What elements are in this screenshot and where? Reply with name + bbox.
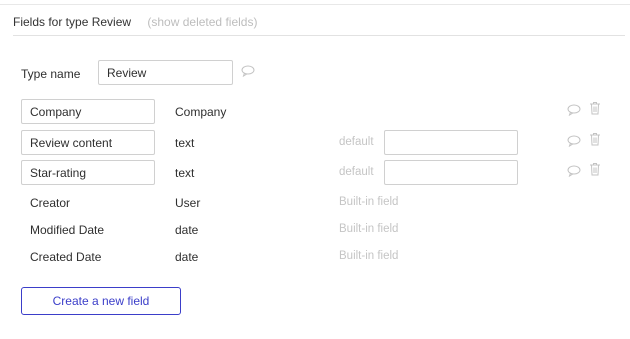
section-title: Fields for type Review	[13, 15, 132, 29]
create-new-field-button[interactable]: Create a new field	[21, 287, 181, 315]
type-name-input[interactable]	[98, 60, 233, 85]
field-name-input-star-rating[interactable]	[21, 160, 155, 185]
default-value-input-star-rating[interactable]	[384, 160, 518, 185]
comment-icon[interactable]	[241, 65, 255, 79]
field-name-input-company[interactable]	[21, 99, 155, 124]
builtin-field-name-created-date: Created Date	[30, 250, 102, 264]
section-header: Fields for type Review (show deleted fie…	[13, 15, 257, 29]
builtin-field-note: Built-in field	[339, 223, 399, 235]
trash-icon[interactable]	[589, 101, 603, 115]
show-deleted-fields-link[interactable]: (show deleted fields)	[147, 15, 257, 29]
builtin-field-name-creator: Creator	[30, 196, 71, 210]
builtin-field-type-modified-date: date	[175, 223, 199, 237]
default-label: default	[339, 136, 374, 148]
type-name-label: Type name	[21, 67, 81, 81]
default-label: default	[339, 166, 374, 178]
builtin-field-name-modified-date: Modified Date	[30, 223, 105, 237]
top-divider	[0, 4, 630, 5]
builtin-field-type-created-date: date	[175, 250, 199, 264]
trash-icon[interactable]	[589, 162, 603, 176]
comment-icon[interactable]	[567, 104, 581, 118]
builtin-field-note: Built-in field	[339, 250, 399, 262]
trash-icon[interactable]	[589, 132, 603, 146]
field-type-company: Company	[175, 105, 227, 119]
comment-icon[interactable]	[567, 165, 581, 179]
header-divider	[13, 35, 625, 36]
field-type-review-content: text	[175, 136, 195, 150]
default-value-input-review-content[interactable]	[384, 130, 518, 155]
field-name-input-review-content[interactable]	[21, 130, 155, 155]
field-type-star-rating: text	[175, 166, 195, 180]
builtin-field-note: Built-in field	[339, 196, 399, 208]
builtin-field-type-creator: User	[175, 196, 201, 210]
comment-icon[interactable]	[567, 135, 581, 149]
